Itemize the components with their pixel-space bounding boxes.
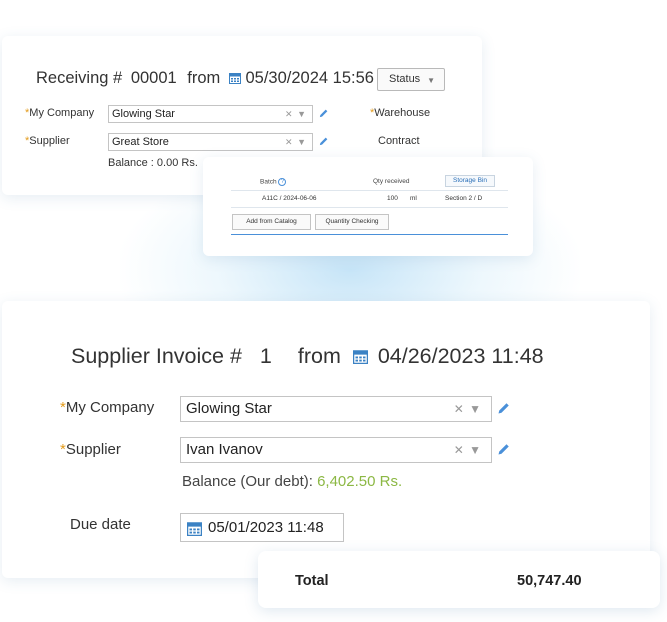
row-divider [231,207,508,208]
add-from-catalog-button[interactable]: Add from Catalog [232,214,311,230]
invoice-my-company-select[interactable]: Glowing Star ✕ ▼ [180,396,492,422]
calendar-icon[interactable] [187,521,202,536]
clear-icon[interactable]: ✕ ▼ [454,438,482,462]
clear-icon[interactable]: ✕ ▼ [454,397,482,421]
table-bottom-border [231,234,508,235]
pencil-icon[interactable] [496,442,511,457]
invoice-my-company-value: Glowing Star [186,400,272,417]
help-icon[interactable]: ? [278,178,287,186]
balance-amount: 6,402.50 Rs. [317,473,403,490]
due-date-input[interactable]: 05/01/2023 11:48 [180,513,344,542]
pencil-icon[interactable] [318,108,329,119]
supplier-label-row: *Supplier [25,135,70,147]
invoice-supplier-value: Ivan Ivanov [186,441,263,458]
invoice-supplier-label: Supplier [65,441,121,458]
batch-cell: A11C / 2024-06-06 [262,195,317,202]
batch-card: Batch ? Qty received Storage Bin A11C / … [203,157,533,256]
clear-icon[interactable]: ✕ ▼ [285,134,307,150]
supplier-select[interactable]: Great Store ✕ ▼ [108,133,313,151]
receiving-header: Receiving # 00001 from 05/30/2024 15:56 [36,69,374,88]
pencil-icon[interactable] [496,401,511,416]
supplier-label: Supplier [29,135,70,147]
receiving-from-label: from [187,69,221,87]
batch-header-label: Batch [260,178,277,186]
storage-bin-button[interactable]: Storage Bin [445,175,495,187]
warehouse-label: Warehouse [374,107,431,119]
unit-cell: ml [410,195,417,202]
my-company-value: Glowing Star [112,108,175,120]
quantity-checking-button[interactable]: Quantity Checking [315,214,389,230]
due-date-value: 05/01/2023 11:48 [208,519,324,536]
status-label: Status [389,73,421,85]
qty-column-header: Qty received [373,178,410,185]
header-divider [231,190,508,191]
receiving-number: 00001 [130,69,177,87]
contract-label: Contract [378,135,420,147]
clear-icon[interactable]: ✕ ▼ [285,106,307,122]
total-label: Total [295,573,329,589]
supplier-invoice-card: Supplier Invoice # 1 from 04/26/2023 11:… [2,301,650,578]
invoice-header: Supplier Invoice # 1 from 04/26/2023 11:… [71,344,544,369]
invoice-number: 1 [259,344,272,368]
my-company-select[interactable]: Glowing Star ✕ ▼ [108,105,313,123]
chevron-down-icon: ▼ [427,76,435,85]
invoice-supplier-select[interactable]: Ivan Ivanov ✕ ▼ [180,437,492,463]
warehouse-label-row: *Warehouse [370,107,430,119]
calendar-icon[interactable] [352,349,368,364]
invoice-datetime[interactable]: 04/26/2023 11:48 [378,344,544,368]
calendar-icon[interactable] [228,72,241,84]
balance-text: Balance : 0.00 Rs. [108,157,198,169]
invoice-my-company-label-row: *My Company [60,399,154,416]
invoice-from-label: from [297,344,341,368]
storage-bin-cell: Section 2 / D [445,195,483,202]
total-card: Total 50,747.40 [258,551,660,608]
pencil-icon[interactable] [318,136,329,147]
due-date-label: Due date [70,516,131,533]
supplier-value: Great Store [112,136,169,148]
invoice-title: Supplier Invoice # [71,344,242,368]
total-value: 50,747.40 [517,573,582,589]
invoice-balance: Balance (Our debt): 6,402.50 Rs. [182,473,402,490]
my-company-label-row: *My Company [25,107,94,119]
qty-cell: 100 [387,195,398,202]
invoice-supplier-label-row: *Supplier [60,441,121,458]
receiving-title: Receiving # [36,69,123,87]
receiving-datetime[interactable]: 05/30/2024 15:56 [245,69,373,87]
status-dropdown[interactable]: Status ▼ [377,68,445,91]
balance-label: Balance (Our debt): [182,473,313,490]
invoice-my-company-label: My Company [65,399,155,416]
batch-column-header: Batch ? [260,178,287,186]
my-company-label: My Company [29,107,95,119]
